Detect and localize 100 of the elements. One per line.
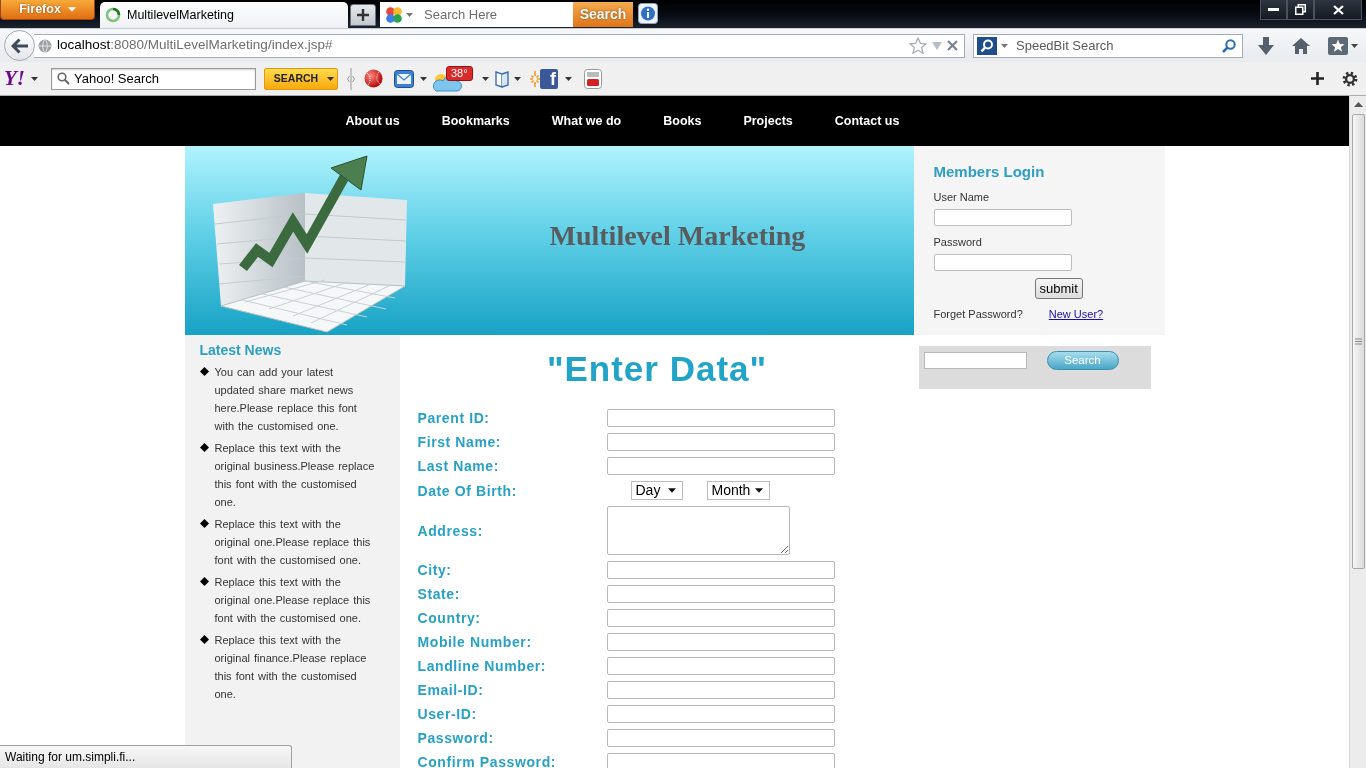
form-heading: "Enter Data" xyxy=(545,349,769,389)
field-label: First Name: xyxy=(417,433,503,451)
browser-tab[interactable]: MultilevelMarketing xyxy=(100,2,348,28)
news-text: Replace this text with the original finance.Please replace this font with the customised one. xyxy=(214,633,368,702)
search-input[interactable]: SpeedBit Search xyxy=(1012,35,1218,56)
video-logo-icon[interactable] xyxy=(584,68,602,89)
social-button[interactable]: f xyxy=(540,68,558,89)
toolbar-search-input[interactable]: Yahoo! Search xyxy=(74,69,255,88)
new-user-link[interactable]: New User? xyxy=(1048,307,1104,321)
search-input[interactable]: Search Here xyxy=(416,4,573,25)
news-text: Replace this text with the original business.Please replace this font with the customised one. xyxy=(214,441,376,510)
text-area-field[interactable] xyxy=(606,506,790,555)
text-field[interactable] xyxy=(606,705,835,723)
text-field[interactable] xyxy=(606,609,835,627)
arrow-left-icon xyxy=(10,37,29,54)
nav-link[interactable]: Books xyxy=(663,113,702,129)
toolbar-search-field[interactable]: Yahoo! Search xyxy=(51,67,256,90)
field-label: Country: xyxy=(417,609,482,627)
bullet-icon xyxy=(199,635,209,644)
text-field[interactable] xyxy=(606,681,835,699)
color-dots-icon[interactable] xyxy=(385,5,403,24)
field-label: Parent ID: xyxy=(417,409,491,427)
dropdown-select[interactable]: Month xyxy=(706,481,770,500)
caret-icon[interactable] xyxy=(565,76,572,81)
gear-icon[interactable] xyxy=(1342,70,1358,87)
field-label: User Name xyxy=(933,190,991,204)
caret-icon[interactable] xyxy=(1351,43,1358,48)
plus-icon xyxy=(357,9,369,21)
restore-button[interactable] xyxy=(1287,0,1314,20)
news-text: Replace this text with the original one.Please replace this font with the customised one. xyxy=(214,517,372,568)
field-label: User-ID: xyxy=(417,705,478,723)
temperature-badge: 38° xyxy=(446,65,473,81)
text-field[interactable] xyxy=(606,457,835,475)
bullet-icon xyxy=(199,443,209,452)
star-icon[interactable] xyxy=(909,37,927,54)
nav-link[interactable]: Contact us xyxy=(834,113,900,129)
new-tab-button[interactable] xyxy=(350,4,376,26)
caret-icon xyxy=(67,7,76,12)
home-icon[interactable] xyxy=(1292,37,1310,54)
download-icon[interactable] xyxy=(1258,36,1274,55)
text-field[interactable] xyxy=(606,409,835,427)
caret-icon[interactable] xyxy=(514,76,521,81)
close-button[interactable] xyxy=(1314,0,1362,20)
text-field[interactable] xyxy=(606,561,835,579)
forgot-password-text: Forget Password? xyxy=(933,307,1023,321)
field-label: Address: xyxy=(417,521,484,540)
scroll-thumb[interactable] xyxy=(1351,114,1365,569)
caret-icon xyxy=(754,488,763,493)
news-text: You can add your latest updated share market news here.Please replace this font with the customised one. xyxy=(214,365,358,434)
back-button[interactable] xyxy=(4,30,35,61)
caret-icon xyxy=(327,76,335,81)
login-input-field[interactable] xyxy=(933,254,1072,271)
text-field[interactable] xyxy=(606,433,835,451)
nav-link[interactable]: Projects xyxy=(743,113,793,129)
field-label: Landline Number: xyxy=(417,657,548,675)
password-field[interactable] xyxy=(606,729,835,747)
grip-icon xyxy=(347,67,355,90)
submit-button[interactable]: submit xyxy=(1034,278,1083,299)
field-label: Mobile Number: xyxy=(417,633,533,651)
text-field[interactable] xyxy=(606,585,835,603)
sparkle-icon xyxy=(530,69,540,88)
toolbar-search-button[interactable]: SEARCH xyxy=(264,67,338,90)
book-icon[interactable] xyxy=(495,69,509,88)
info-icon[interactable] xyxy=(638,3,658,24)
ball-icon[interactable] xyxy=(364,69,383,88)
search-icon[interactable] xyxy=(1222,38,1236,53)
text-field[interactable] xyxy=(606,657,835,675)
scroll-up-icon[interactable] xyxy=(1353,102,1363,107)
caret-icon[interactable] xyxy=(482,76,489,81)
restore-icon xyxy=(1295,4,1306,15)
search-field[interactable]: Search Here xyxy=(380,2,573,27)
caret-icon[interactable] xyxy=(420,76,427,81)
mail-icon[interactable] xyxy=(394,69,414,88)
globe-icon xyxy=(38,38,52,53)
search-icon[interactable] xyxy=(977,36,997,55)
nav-link[interactable]: About us xyxy=(345,113,400,129)
nav-link[interactable]: What we do xyxy=(551,113,622,129)
login-input-field[interactable] xyxy=(933,209,1072,226)
toolbar-logo[interactable]: Y! xyxy=(4,68,25,89)
text-field[interactable] xyxy=(606,633,835,651)
nav-link[interactable]: Bookmarks xyxy=(441,113,510,129)
scrollbar[interactable] xyxy=(1349,95,1366,768)
field-label: Date Of Birth: xyxy=(417,481,518,500)
cross-icon[interactable] xyxy=(947,40,958,51)
search-field[interactable]: SpeedBit Search xyxy=(973,33,1243,58)
field-label: Email-ID: xyxy=(417,681,485,699)
bookmarks-icon[interactable] xyxy=(1328,36,1348,55)
minimize-button[interactable] xyxy=(1260,0,1287,20)
caret-icon[interactable] xyxy=(31,76,38,81)
bullet-icon xyxy=(199,519,209,528)
dropdown-select[interactable]: Day xyxy=(630,481,683,500)
plus-icon[interactable] xyxy=(1311,72,1324,85)
field-label: City: xyxy=(417,561,453,579)
bullet-icon xyxy=(199,577,209,586)
close-icon xyxy=(1332,4,1344,15)
address-field[interactable]: localhost:8080/MultiLevelMarketing/index.jsp# xyxy=(34,33,965,58)
spinner-icon xyxy=(105,7,121,23)
search-field[interactable] xyxy=(923,352,1027,369)
password-field[interactable] xyxy=(606,753,835,768)
news-heading: Latest News xyxy=(199,341,283,359)
